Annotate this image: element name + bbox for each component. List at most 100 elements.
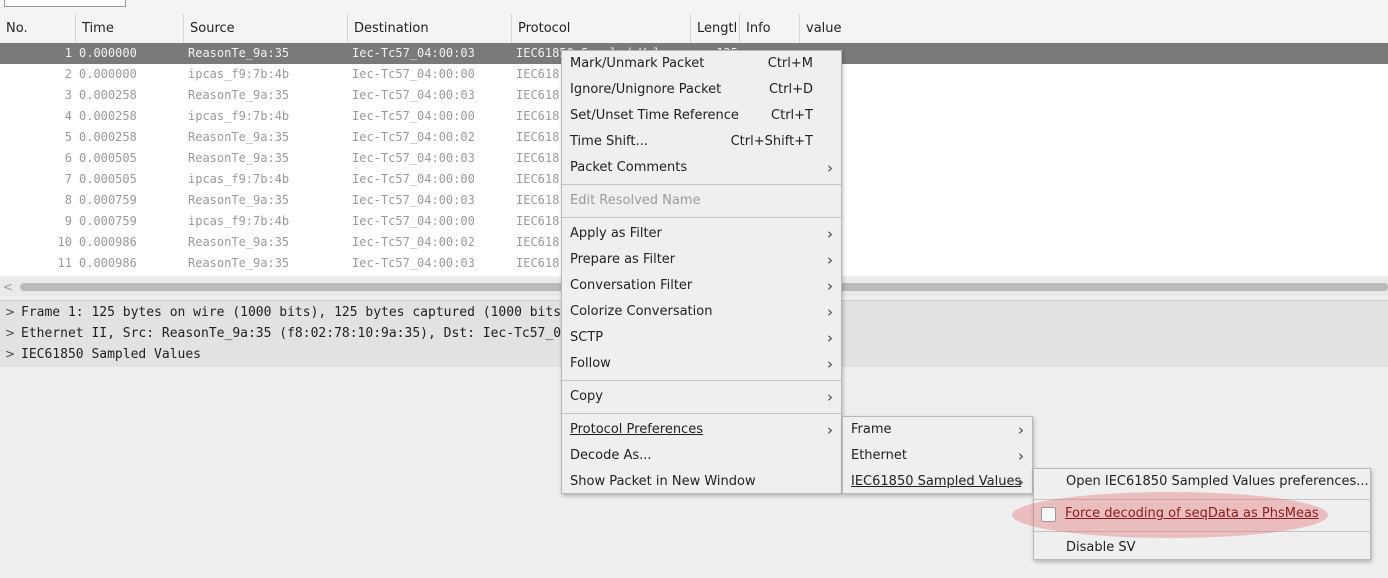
menu-item-sctp[interactable]: SCTP › xyxy=(562,325,841,351)
column-source[interactable]: Source xyxy=(184,14,348,43)
menu-separator xyxy=(562,413,841,414)
menu-label: Colorize Conversation xyxy=(570,304,713,319)
menu-label: Edit Resolved Name xyxy=(570,193,701,208)
packet-destination: Iec-Tc57_04:00:03 xyxy=(352,256,475,270)
menu-label: Force decoding of seqData as PhsMeas xyxy=(1065,506,1319,521)
menu-item-ignore[interactable]: Ignore/Unignore Packet Ctrl+D xyxy=(562,77,841,103)
submenu-item-sampled-values[interactable]: IEC61850 Sampled Values › xyxy=(843,469,1032,495)
menu-label: Prepare as Filter xyxy=(570,252,676,267)
menu-shortcut: Ctrl+Shift+T xyxy=(730,134,813,149)
menu-item-decode-as[interactable]: Decode As... xyxy=(562,443,841,469)
detail-text: Frame 1: 125 bytes on wire (1000 bits), … xyxy=(21,305,562,320)
menu-label: Time Shift... xyxy=(570,134,648,149)
packet-time: 0.000759 xyxy=(79,214,137,228)
column-value[interactable]: value xyxy=(800,14,1388,43)
menu-separator xyxy=(562,380,841,381)
column-time[interactable]: Time xyxy=(76,14,184,43)
menu-item-mark[interactable]: Mark/Unmark Packet Ctrl+M xyxy=(562,51,841,77)
menu-label: Protocol Preferences xyxy=(570,422,703,437)
submenu-item-frame[interactable]: Frame › xyxy=(843,417,1032,443)
menu-item-apply-as-filter[interactable]: Apply as Filter › xyxy=(562,221,841,247)
menu-shortcut: Ctrl+T xyxy=(771,108,813,123)
packet-destination: Iec-Tc57_04:00:00 xyxy=(352,172,475,186)
submenu-arrow-icon: › xyxy=(1018,473,1024,491)
menu-item-time-reference[interactable]: Set/Unset Time Reference Ctrl+T xyxy=(562,103,841,129)
submenu-arrow-icon: › xyxy=(827,159,833,177)
submenu-item-open-sv-preferences[interactable]: Open IEC61850 Sampled Values preferences… xyxy=(1034,469,1370,495)
display-filter-fragment[interactable] xyxy=(4,0,126,7)
packet-no: 3 xyxy=(64,88,72,102)
submenu-arrow-icon: › xyxy=(1018,447,1024,465)
submenu-arrow-icon: › xyxy=(827,277,833,295)
submenu-item-force-decoding[interactable]: Force decoding of seqData as PhsMeas xyxy=(1033,501,1369,527)
menu-item-copy[interactable]: Copy › xyxy=(562,384,841,410)
menu-item-show-in-new-window[interactable]: Show Packet in New Window xyxy=(562,469,841,495)
packet-source: ReasonTe_9a:35 xyxy=(188,88,290,102)
menu-item-colorize-conversation[interactable]: Colorize Conversation › xyxy=(562,299,841,325)
packet-time: 0.000986 xyxy=(79,235,137,249)
packet-destination: Iec-Tc57_04:00:03 xyxy=(352,193,475,207)
column-info[interactable]: Info xyxy=(740,14,800,43)
submenu-arrow-icon: › xyxy=(827,355,833,373)
submenu-arrow-icon: › xyxy=(827,388,833,406)
submenu-item-disable-sv[interactable]: Disable SV xyxy=(1034,535,1370,561)
menu-label: Copy xyxy=(570,389,603,404)
menu-item-follow[interactable]: Follow › xyxy=(562,351,841,377)
packet-time: 0.000258 xyxy=(79,88,137,102)
submenu-item-ethernet[interactable]: Ethernet › xyxy=(843,443,1032,469)
packet-source: ipcas_f9:7b:4b xyxy=(188,109,290,123)
packet-source: ReasonTe_9a:35 xyxy=(188,151,290,165)
packet-time: 0.000505 xyxy=(79,172,137,186)
packet-time: 0.000759 xyxy=(79,193,137,207)
packet-destination: Iec-Tc57_04:00:02 xyxy=(352,235,475,249)
menu-item-protocol-preferences[interactable]: Protocol Preferences › xyxy=(562,417,841,443)
menu-label: Disable SV xyxy=(1066,540,1136,555)
submenu-arrow-icon: › xyxy=(827,329,833,347)
menu-label: Follow xyxy=(570,356,611,371)
expand-arrow-icon[interactable]: > xyxy=(5,344,15,365)
packet-no: 6 xyxy=(64,151,72,165)
packet-time: 0.000000 xyxy=(79,46,137,60)
packet-time: 0.000258 xyxy=(79,109,137,123)
packet-source: ReasonTe_9a:35 xyxy=(188,235,290,249)
menu-item-time-shift[interactable]: Time Shift... Ctrl+Shift+T xyxy=(562,129,841,155)
menu-item-conversation-filter[interactable]: Conversation Filter › xyxy=(562,273,841,299)
packet-destination: Iec-Tc57_04:00:00 xyxy=(352,109,475,123)
menu-label: Show Packet in New Window xyxy=(570,474,756,489)
menu-label: Decode As... xyxy=(570,448,652,463)
packet-destination: Iec-Tc57_04:00:03 xyxy=(352,46,475,60)
detail-text: IEC61850 Sampled Values xyxy=(21,347,202,362)
packet-list-header: No. Time Source Destination Protocol Len… xyxy=(0,14,1388,44)
column-length[interactable]: Lengtl xyxy=(691,14,740,43)
packet-destination: Iec-Tc57_04:00:03 xyxy=(352,151,475,165)
packet-no: 2 xyxy=(64,67,72,81)
submenu-arrow-icon: › xyxy=(1018,421,1024,439)
menu-label: Frame xyxy=(851,422,892,437)
column-no[interactable]: No. xyxy=(0,14,76,43)
packet-no: 10 xyxy=(57,235,72,249)
menu-label: Conversation Filter xyxy=(570,278,693,293)
packet-source: ipcas_f9:7b:4b xyxy=(188,67,290,81)
menu-label: Set/Unset Time Reference xyxy=(570,108,739,123)
submenu-arrow-icon: › xyxy=(827,303,833,321)
packet-destination: Iec-Tc57_04:00:00 xyxy=(352,214,475,228)
scroll-left-icon[interactable]: < xyxy=(3,278,13,296)
menu-item-prepare-as-filter[interactable]: Prepare as Filter › xyxy=(562,247,841,273)
column-protocol[interactable]: Protocol xyxy=(512,14,691,43)
menu-separator xyxy=(562,184,841,185)
packet-no: 5 xyxy=(64,130,72,144)
menu-item-packet-comments[interactable]: Packet Comments › xyxy=(562,155,841,181)
menu-label: Apply as Filter xyxy=(570,226,662,241)
expand-arrow-icon[interactable]: > xyxy=(5,323,15,344)
force-decoding-checkbox[interactable] xyxy=(1041,507,1056,522)
menu-label: Mark/Unmark Packet xyxy=(570,56,705,71)
packet-destination: Iec-Tc57_04:00:02 xyxy=(352,130,475,144)
detail-text: Ethernet II, Src: ReasonTe_9a:35 (f8:02:… xyxy=(21,326,569,341)
packet-no: 1 xyxy=(64,46,72,60)
expand-arrow-icon[interactable]: > xyxy=(5,302,15,323)
column-destination[interactable]: Destination xyxy=(348,14,512,43)
context-menu: Mark/Unmark Packet Ctrl+M Ignore/Unignor… xyxy=(561,50,842,494)
menu-shortcut: Ctrl+M xyxy=(767,56,813,71)
packet-destination: Iec-Tc57_04:00:03 xyxy=(352,88,475,102)
menu-label: IEC61850 Sampled Values xyxy=(851,474,1022,489)
